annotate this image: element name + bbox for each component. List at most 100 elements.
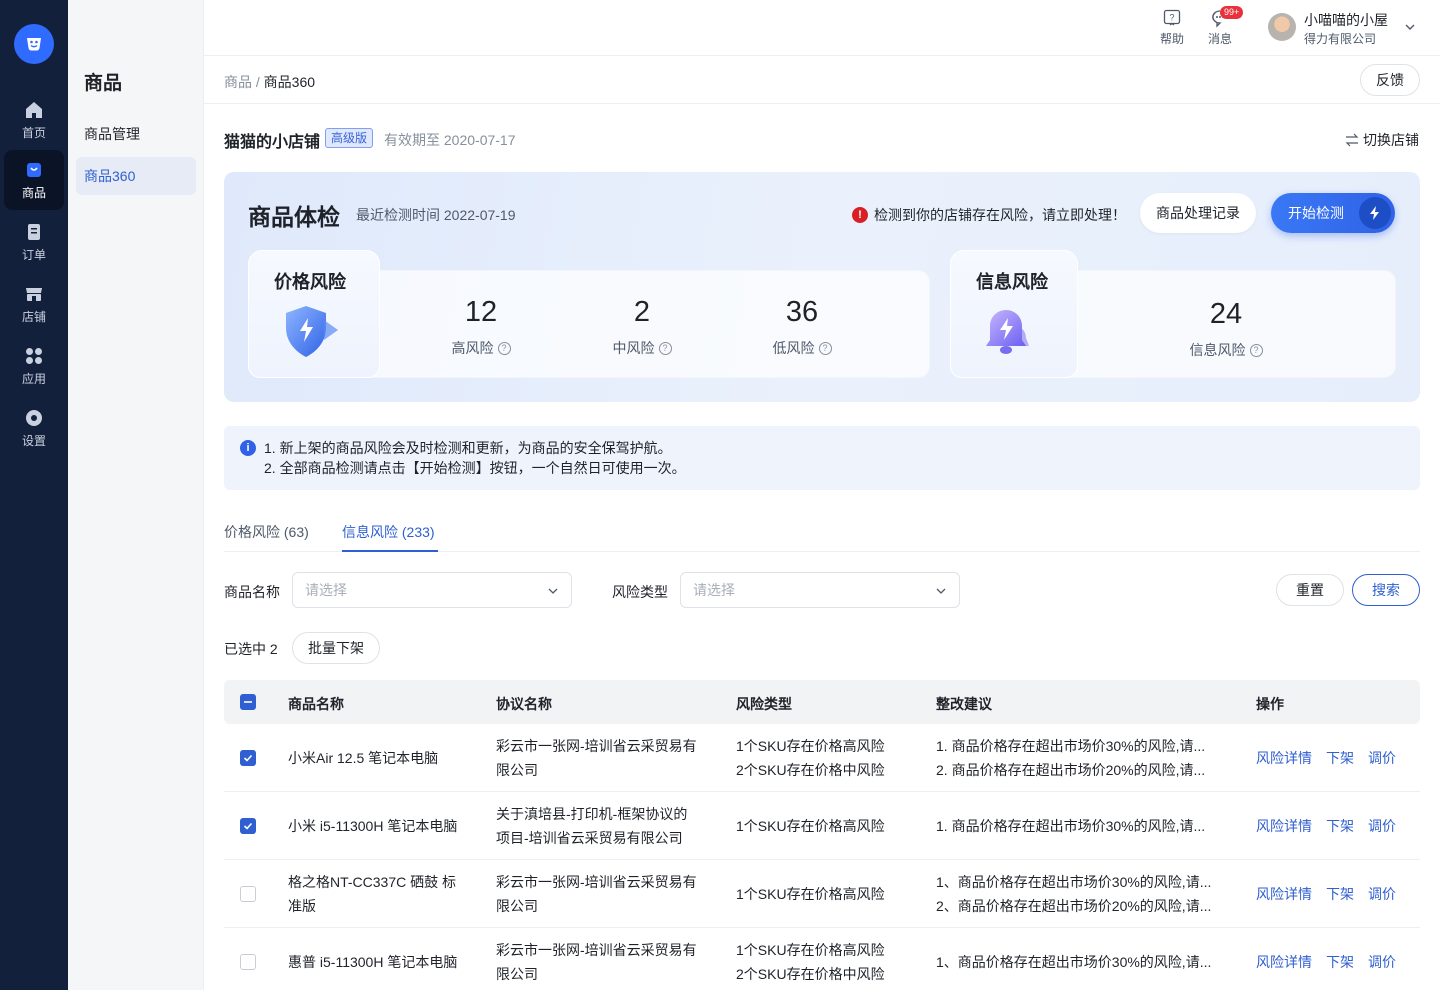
high-risk-text: 高风险 <box>451 340 494 356</box>
bell-icon <box>986 310 1029 354</box>
high-risk-label: 高风险? <box>421 338 541 358</box>
rail-item-store[interactable]: 店铺 <box>4 274 64 334</box>
adjust-price-link[interactable]: 调价 <box>1368 748 1396 768</box>
records-button[interactable]: 商品处理记录 <box>1140 193 1256 233</box>
goods-name-select[interactable]: 请选择 <box>292 572 572 608</box>
avatar[interactable] <box>1268 13 1296 41</box>
active-tab-indicator <box>342 550 438 552</box>
app-logo-icon[interactable] <box>14 24 54 64</box>
risk-line: 1个SKU存在价格高风险 <box>736 942 885 958</box>
table-row: 小米 i5-11300H 笔记本电脑 关于滇培县-打印机-框架协议的 项目-培训… <box>224 792 1420 860</box>
breadcrumb-current: 商品360 <box>263 74 316 90</box>
feedback-button[interactable]: 反馈 <box>1360 64 1420 96</box>
batch-off-shelf-button[interactable]: 批量下架 <box>292 632 380 664</box>
question-icon[interactable]: ? <box>497 341 511 355</box>
mid-risk-count: 2 <box>633 296 651 328</box>
switch-store-button[interactable]: 切换店铺 <box>1345 130 1419 150</box>
bag-icon <box>24 160 44 180</box>
help-button[interactable]: ? 帮助 <box>1152 8 1192 47</box>
rail-item-home[interactable]: 首页 <box>4 90 64 150</box>
reset-button[interactable]: 重置 <box>1276 574 1344 606</box>
off-shelf-link[interactable]: 下架 <box>1326 952 1354 972</box>
row-checkbox[interactable] <box>240 954 256 970</box>
user-company: 得力有限公司 <box>1304 32 1377 46</box>
risk-tabs: 价格风险 (63) 信息风险 (233) <box>224 510 1420 552</box>
advice-line: 2. 商品价格存在超出市场价20%的风险,请... <box>936 762 1206 778</box>
table-row: 格之格NT-CC337C 硒鼓 标 准版 彩云市一张网-培训省云采贸易有 限公司… <box>224 860 1420 928</box>
row-checkbox[interactable] <box>240 886 256 902</box>
risk-type-select[interactable]: 请选择 <box>680 572 960 608</box>
health-check-panel: 商品体检 最近检测时间 2022-07-19 ! 检测到你的店铺存在风险，请立即… <box>224 172 1420 402</box>
nav-rail: 首页 商品 订单 店铺 应用 设置 <box>0 0 68 990</box>
alert-icon: ! <box>852 207 868 223</box>
chevron-down-icon[interactable] <box>1404 20 1416 38</box>
help-label: 帮助 <box>1159 32 1184 46</box>
risk-warning: ! 检测到你的店铺存在风险，请立即处理！ <box>852 205 1126 225</box>
risk-detail-link[interactable]: 风险详情 <box>1256 952 1312 972</box>
select-all-checkbox[interactable] <box>240 694 256 710</box>
off-shelf-link[interactable]: 下架 <box>1326 748 1354 768</box>
chevron-down-icon <box>936 588 946 594</box>
agreement-line: 限公司 <box>496 898 538 914</box>
advice-line: 1、商品价格存在超出市场价30%的风险,请... <box>936 954 1212 970</box>
advice-line: 1、商品价格存在超出市场价30%的风险,请... <box>936 874 1212 890</box>
question-icon[interactable]: ? <box>1249 343 1263 357</box>
table-header: 商品名称 协议名称 风险类型 整改建议 操作 <box>224 680 1420 724</box>
valid-until: 有效期至 2020-07-17 <box>384 132 516 148</box>
table-row: 惠普 i5-11300H 笔记本电脑 彩云市一张网-培训省云采贸易有 限公司 1… <box>224 928 1420 990</box>
off-shelf-link[interactable]: 下架 <box>1326 884 1354 904</box>
question-icon[interactable]: ? <box>818 341 832 355</box>
notice-line-1: 1. 新上架的商品风险会及时检测和更新，为商品的安全保驾护航。 <box>264 440 672 456</box>
row-checkbox[interactable] <box>240 750 256 766</box>
tab-info-risk[interactable]: 信息风险 (233) <box>342 522 435 542</box>
rail-item-goods[interactable]: 商品 <box>4 150 64 210</box>
message-badge: 99+ <box>1220 6 1244 19</box>
tab-price-risk[interactable]: 价格风险 (63) <box>224 522 309 542</box>
mid-risk-text: 中风险 <box>612 340 655 356</box>
filter-name-label: 商品名称 <box>224 584 280 600</box>
home-icon <box>24 100 44 120</box>
rail-item-label: 首页 <box>21 125 46 140</box>
user-name[interactable]: 小喵喵的小屋 <box>1304 10 1388 30</box>
advice-line: 1. 商品价格存在超出市场价30%的风险,请... <box>936 738 1206 754</box>
switch-store-label: 切换店铺 <box>1363 132 1419 148</box>
rail-item-settings[interactable]: 设置 <box>4 398 64 458</box>
goods-name: 准版 <box>288 898 316 914</box>
breadcrumb-root[interactable]: 商品 <box>224 74 252 90</box>
gear-icon <box>24 408 44 428</box>
search-button[interactable]: 搜索 <box>1352 574 1420 606</box>
advice-line: 1. 商品价格存在超出市场价30%的风险,请... <box>936 818 1206 834</box>
info-risk-count: 24 <box>1209 298 1243 330</box>
mid-risk-label: 中风险? <box>582 338 702 358</box>
info-risk-title: 信息风险 <box>976 272 1048 292</box>
svg-text:?: ? <box>1169 13 1174 23</box>
adjust-price-link[interactable]: 调价 <box>1368 884 1396 904</box>
sidebar-item-goods360[interactable]: 商品360 <box>76 157 196 195</box>
selected-count: 已选中 2 <box>224 641 278 657</box>
low-risk-label: 低风险? <box>742 338 862 358</box>
rail-item-label: 店铺 <box>21 309 46 324</box>
rail-item-label: 订单 <box>21 247 46 262</box>
sidebar-title: 商品 <box>84 73 123 94</box>
risk-line: 1个SKU存在价格高风险 <box>736 738 885 754</box>
row-checkbox[interactable] <box>240 818 256 834</box>
question-icon[interactable]: ? <box>658 341 672 355</box>
goods-name: 小米 i5-11300H 笔记本电脑 <box>288 818 458 834</box>
tier-badge: 高级版 <box>325 128 374 148</box>
info-risk-label: 信息风险? <box>1166 340 1286 360</box>
messages-button[interactable]: 99+ 消息 <box>1200 6 1244 47</box>
adjust-price-link[interactable]: 调价 <box>1368 816 1396 836</box>
sidebar-item-goods-manage[interactable]: 商品管理 <box>76 115 196 153</box>
rail-item-orders[interactable]: 订单 <box>4 212 64 272</box>
off-shelf-link[interactable]: 下架 <box>1326 816 1354 836</box>
adjust-price-link[interactable]: 调价 <box>1368 952 1396 972</box>
risk-detail-link[interactable]: 风险详情 <box>1256 884 1312 904</box>
risk-type-placeholder: 请选择 <box>693 582 735 598</box>
risk-detail-link[interactable]: 风险详情 <box>1256 816 1312 836</box>
rail-item-apps[interactable]: 应用 <box>4 336 64 396</box>
filter-type-label: 风险类型 <box>612 584 668 600</box>
start-check-button[interactable]: 开始检测 <box>1271 193 1395 233</box>
col-risk: 风险类型 <box>736 696 792 712</box>
high-risk-count: 12 <box>464 296 498 328</box>
risk-detail-link[interactable]: 风险详情 <box>1256 748 1312 768</box>
